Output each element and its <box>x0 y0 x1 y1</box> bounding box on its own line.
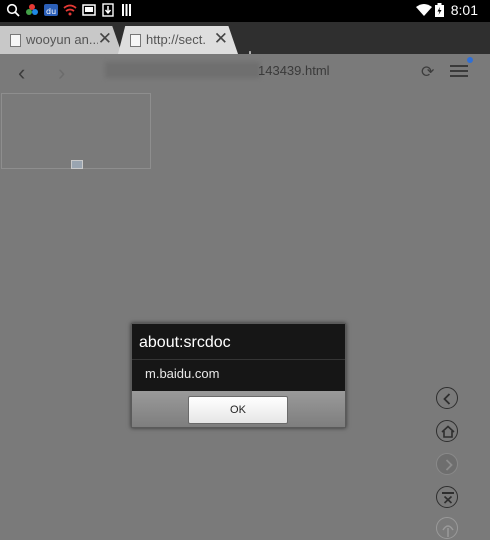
wifi-icon <box>416 4 432 16</box>
back-circle-icon[interactable] <box>436 387 458 409</box>
url-field[interactable]: 143439.html <box>258 63 330 78</box>
clock: 8:01 <box>450 2 478 18</box>
close-tabs-icon[interactable] <box>436 486 458 508</box>
forward-circle-icon[interactable] <box>436 453 458 475</box>
ok-button[interactable]: OK <box>188 396 288 424</box>
notification-dot <box>467 57 473 63</box>
app-icon <box>26 4 38 15</box>
alert-dialog: about:srcdoc m.baidu.com OK <box>131 323 346 428</box>
iframe-frame <box>1 93 151 169</box>
tab-strip: wooyun an... ✕ http://sect. ✕ + <box>0 22 490 70</box>
wifi-notify-icon <box>63 4 77 16</box>
close-icon[interactable]: ✕ <box>98 29 112 49</box>
battery-icon <box>435 3 444 17</box>
dialog-button-bar: OK <box>132 391 345 427</box>
back-arrow-icon[interactable]: ‹ <box>18 60 25 86</box>
search-icon <box>6 3 20 17</box>
tab-current[interactable]: http://sect. ✕ <box>118 26 238 54</box>
address-bar: ‹ › 143439.html ⟳ <box>0 54 490 90</box>
reload-icon[interactable]: ⟳ <box>421 62 434 82</box>
page-icon <box>10 34 21 47</box>
tab-label: wooyun an... <box>26 32 98 47</box>
url-redacted <box>105 62 260 78</box>
dialog-title: about:srcdoc <box>139 334 231 351</box>
home-icon[interactable] <box>436 420 458 442</box>
status-bar: du 8:01 <box>0 0 490 22</box>
forward-arrow-icon[interactable]: › <box>58 60 65 86</box>
page-content <box>0 90 490 536</box>
dialog-message: m.baidu.com <box>145 366 220 381</box>
broken-image-icon <box>71 160 83 169</box>
tab-wooyun[interactable]: wooyun an... ✕ <box>0 26 122 54</box>
download-icon <box>102 3 114 17</box>
divider <box>132 359 345 360</box>
tab-label: http://sect. <box>146 32 206 47</box>
close-icon[interactable]: ✕ <box>214 29 228 49</box>
baidu-icon: du <box>44 4 58 16</box>
page-icon <box>130 34 141 47</box>
svg-text:du: du <box>46 7 56 16</box>
sim-icon <box>122 4 131 16</box>
menu-icon[interactable] <box>450 62 468 80</box>
gallery-icon <box>82 4 96 16</box>
